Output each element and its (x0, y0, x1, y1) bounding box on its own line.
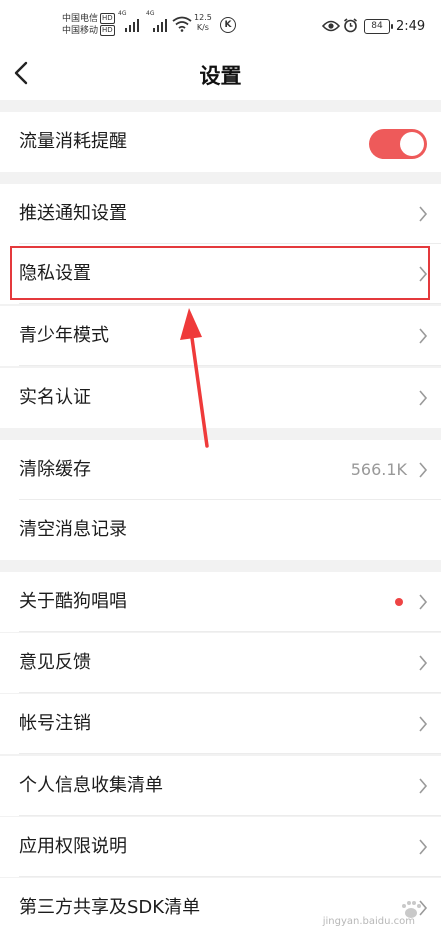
divider (19, 631, 441, 632)
setting-account-cancel[interactable]: 帐号注销 (0, 694, 441, 754)
app-k-icon: K (220, 17, 236, 33)
personal-info-label: 个人信息收集清单 (19, 775, 163, 796)
clear-messages-label: 清空消息记录 (19, 519, 127, 540)
chevron-right-icon (419, 778, 428, 794)
divider (19, 876, 441, 877)
clear-cache-label: 清除缓存 (19, 459, 91, 480)
hd-badge: HD (100, 13, 115, 24)
divider (19, 303, 441, 304)
navigation-bar: 设置 (0, 46, 441, 100)
status-bar: 中国电信 HD 中国移动 HD 4G 4G 12.5 K/s K 84 2:49 (0, 0, 441, 46)
chevron-right-icon (419, 206, 428, 222)
cache-size-value: 566.1K (350, 460, 407, 479)
privacy-label: 隐私设置 (19, 263, 91, 284)
speed-unit: K/s (196, 23, 209, 32)
feedback-label: 意见反馈 (19, 652, 91, 673)
chevron-right-icon (419, 594, 428, 610)
network-tag: 4G (118, 10, 127, 17)
page-title: 设置 (199, 64, 242, 88)
chevron-right-icon (419, 839, 428, 855)
setting-personal-info[interactable]: 个人信息收集清单 (0, 756, 441, 816)
chevron-right-icon (419, 655, 428, 671)
setting-real-name[interactable]: 实名认证 (0, 368, 441, 428)
carrier-1: 中国电信 (62, 14, 99, 24)
chevron-right-icon (419, 266, 428, 282)
real-name-label: 实名认证 (19, 387, 91, 408)
hd-badge: HD (100, 25, 115, 36)
traffic-reminder-toggle[interactable] (369, 129, 427, 159)
chevron-right-icon (419, 462, 428, 478)
chevron-right-icon (419, 716, 428, 732)
setting-permissions[interactable]: 应用权限说明 (0, 817, 441, 877)
teen-mode-label: 青少年模式 (19, 325, 109, 346)
setting-clear-cache[interactable]: 清除缓存 566.1K (0, 440, 441, 500)
about-label: 关于酷狗唱唱 (19, 591, 127, 612)
divider (19, 753, 441, 754)
account-cancel-label: 帐号注销 (19, 713, 91, 734)
third-party-label: 第三方共享及SDK清单 (19, 897, 201, 918)
divider (19, 815, 441, 816)
setting-push-notifications[interactable]: 推送通知设置 (0, 184, 441, 244)
setting-teen-mode[interactable]: 青少年模式 (0, 306, 441, 366)
divider (19, 692, 441, 693)
divider (19, 365, 441, 366)
setting-traffic-reminder: 流量消耗提醒 (0, 112, 441, 172)
permissions-label: 应用权限说明 (19, 836, 127, 857)
signal-icon (125, 19, 139, 32)
eye-icon (322, 20, 340, 32)
push-notifications-label: 推送通知设置 (19, 203, 127, 224)
watermark-text: jingyan.baidu.com (322, 916, 415, 927)
carrier-info: 中国电信 HD 中国移动 HD (62, 13, 115, 37)
signal-icon (153, 19, 167, 32)
network-speed: 12.5 K/s (194, 13, 212, 33)
alarm-icon (344, 18, 357, 33)
network-tag: 4G (146, 10, 155, 17)
wifi-icon (172, 16, 192, 32)
setting-feedback[interactable]: 意见反馈 (0, 633, 441, 693)
battery-indicator: 84 (364, 19, 393, 34)
clock: 2:49 (396, 19, 426, 34)
setting-about[interactable]: 关于酷狗唱唱 (0, 572, 441, 632)
speed-value: 12.5 (194, 13, 212, 22)
setting-privacy[interactable]: 隐私设置 (0, 244, 441, 304)
setting-clear-messages[interactable]: 清空消息记录 (0, 500, 441, 560)
chevron-right-icon (419, 328, 428, 344)
chevron-right-icon (419, 390, 428, 406)
notification-dot (395, 598, 403, 606)
traffic-reminder-label: 流量消耗提醒 (19, 131, 127, 152)
toggle-knob (400, 132, 424, 156)
carrier-2: 中国移动 (62, 26, 99, 36)
